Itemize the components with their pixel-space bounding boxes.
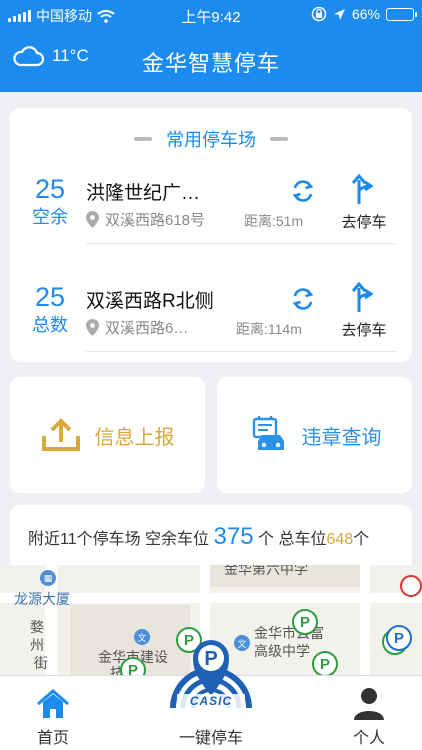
warning-marker-icon[interactable] [400,575,422,597]
divider [86,351,396,352]
violation-query-button[interactable]: 违章查询 [217,377,412,493]
navigate-label: 去停车 [341,214,387,231]
map-label: 金华第六中学 [224,565,308,577]
report-info-button[interactable]: 信息上报 [10,377,205,493]
lot-name: 洪隆世纪广… [86,183,201,204]
lot-count: 25 空余 [28,174,72,230]
page-title: 金华智慧停车 [141,51,280,76]
app-header: 11°C 金华智慧停车 [0,30,422,92]
lot-distance: 距离:51m [244,213,304,229]
divider [86,243,396,244]
home-icon [37,689,69,718]
refresh-icon[interactable] [290,178,316,209]
navigate-button[interactable]: 去停车 [338,281,390,340]
park-logo-text: CASIC [189,694,233,708]
parking-marker-icon[interactable]: P [292,609,318,635]
tab-profile[interactable]: 个人 [319,676,419,750]
tab-park[interactable]: 一键停车 [161,718,261,750]
lot-count-label: 空余 [32,207,68,227]
lot-item[interactable]: 25 总数 双溪西路R北侧 双溪西路6… 距离:114m 去停车 [10,264,412,372]
status-right: 66% [311,6,417,22]
map-label: 龙源大厦 [14,591,70,607]
heading-dash-right [270,137,288,141]
nearby-prefix: 附近11个停车场 空余车位 [28,531,210,548]
person-icon [354,688,384,720]
tab-home[interactable]: 首页 [3,676,103,750]
map-label: 州 [30,637,44,653]
favorite-lots-card: 常用停车场 25 空余 洪隆世纪广… 双溪西路618号 距离:51m 去停车 2… [10,108,412,362]
tab-profile-label: 个人 [352,730,385,747]
total-spaces-count: 648 [326,531,354,548]
lot-name: 双溪西路R北侧 [86,291,214,312]
map-road [360,565,370,675]
location-pin-icon [86,211,99,228]
map-label: 街 [34,655,48,671]
free-spaces-count: 375 [213,523,254,550]
lock-rotation-icon [311,6,327,22]
lot-item[interactable]: 25 空余 洪隆世纪广… 双溪西路618号 距离:51m 去停车 [10,156,412,264]
map-label: 高级中学 [254,643,310,659]
nearby-line: 附近11个停车场 空余车位 375 个 总车位648个 [28,523,369,551]
school-poi-icon: 文 [134,629,150,645]
nearby-mid: 个 总车位 [258,531,327,548]
lot-count-number: 25 [34,174,66,204]
building-poi-icon: ▦ [40,570,56,586]
lot-address-text: 双溪西路6… [105,320,189,337]
upload-tray-icon [41,418,80,451]
navigate-button[interactable]: 去停车 [338,173,390,232]
battery-percent: 66% [351,6,380,22]
report-label: 信息上报 [94,426,175,449]
car-ticket-icon [252,416,284,450]
lot-count: 25 总数 [28,282,72,338]
lot-address-text: 双溪西路618号 [105,212,206,229]
favorites-heading: 常用停车场 [10,126,412,152]
location-pin-icon [86,319,99,336]
lot-address: 双溪西路6… [86,317,188,338]
map-label: 婺 [30,619,44,635]
selected-parking-marker-icon[interactable]: P [386,625,412,651]
turn-arrow-icon [351,173,374,204]
location-arrow-icon [333,8,345,20]
lot-count-label: 总数 [32,315,68,335]
battery-icon [386,7,417,21]
lot-address: 双溪西路618号 [86,209,205,230]
tab-park-label: 一键停车 [178,730,243,747]
refresh-icon[interactable] [290,286,316,317]
one-click-park-button[interactable]: P CASIC [163,632,259,714]
tab-home-label: 首页 [36,730,69,747]
heading-dash-left [134,137,152,141]
nearby-suffix: 个 [353,531,370,548]
parking-marker-icon[interactable]: P [312,651,338,675]
lot-distance: 距离:114m [236,321,302,337]
svg-text:P: P [204,648,217,670]
status-bar: 中国移动 上午9:42 66% [0,0,422,30]
violation-label: 违章查询 [301,426,382,449]
nearby-summary: 附近11个停车场 空余车位 375 个 总车位648个 [10,505,412,567]
turn-arrow-icon [351,281,374,312]
navigate-label: 去停车 [341,322,387,339]
favorites-title: 常用停车场 [166,130,256,150]
lot-count-number: 25 [34,282,66,312]
